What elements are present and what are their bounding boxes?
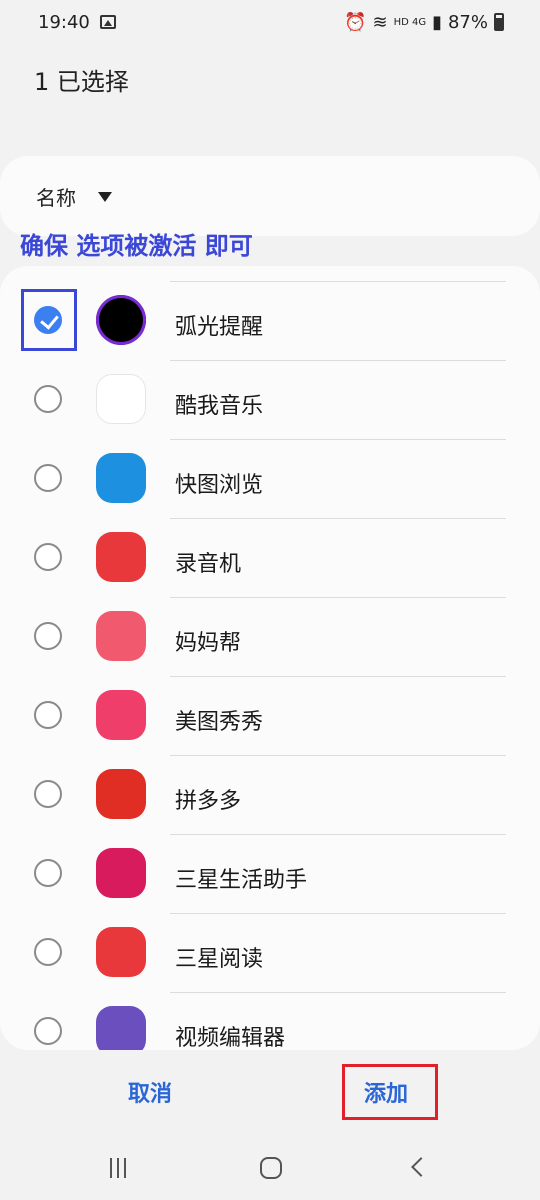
select-checkbox[interactable] [34, 859, 62, 887]
back-icon[interactable] [411, 1157, 431, 1177]
highlight-box-add [342, 1064, 438, 1120]
video-editor-icon [96, 1006, 146, 1050]
list-item[interactable]: 录音机 [0, 518, 540, 597]
row-divider [170, 992, 506, 993]
list-item[interactable]: 视频编辑器 [0, 992, 540, 1050]
kuwo-music-icon [96, 374, 146, 424]
select-checkbox[interactable] [34, 938, 62, 966]
row-divider [170, 439, 506, 440]
sort-dropdown[interactable]: 名称 [36, 182, 112, 211]
gallery-icon [99, 15, 116, 29]
network-label: HD 4G [393, 16, 427, 28]
wifi-icon: ≋ [372, 11, 388, 33]
sort-bar[interactable]: 名称 [0, 156, 540, 236]
recorder-icon [96, 532, 146, 582]
select-checkbox[interactable] [34, 1017, 62, 1045]
page-title: 1 已选择 [34, 68, 129, 96]
app-name: 酷我音乐 [175, 394, 264, 419]
arc-reminder-icon [96, 295, 146, 345]
app-name: 视频编辑器 [175, 1026, 286, 1050]
app-list: 弧光提醒酷我音乐快图浏览录音机妈妈帮美图秀秀拼多多三星生活助手 三星阅读视频编辑器 [0, 266, 540, 1050]
row-divider [170, 755, 506, 756]
list-item[interactable]: 美图秀秀 [0, 676, 540, 755]
recent-apps-icon[interactable] [110, 1158, 132, 1178]
alarm-icon: ⏰ [344, 11, 367, 33]
select-checkbox[interactable] [34, 543, 62, 571]
row-divider [170, 360, 506, 361]
app-name: 拼多多 [175, 789, 242, 814]
select-checkbox[interactable] [34, 464, 62, 492]
row-divider [170, 834, 506, 835]
select-checkbox[interactable] [34, 385, 62, 413]
select-checkbox[interactable] [34, 780, 62, 808]
list-item[interactable]: 酷我音乐 [0, 360, 540, 439]
list-item[interactable]: 三星阅读 [0, 913, 540, 992]
caret-down-icon [98, 191, 112, 202]
battery-percent: 87% [447, 11, 488, 33]
navigation-bar [0, 1140, 540, 1200]
highlight-box-checkbox [21, 289, 77, 351]
status-time: 19:40 [38, 11, 90, 33]
app-name: 三星阅读 [175, 947, 264, 972]
instruction-annotation: 确保 选项被激活 即可 [20, 232, 253, 260]
bottom-actions: 取消 添加 [0, 1060, 540, 1124]
home-icon[interactable] [260, 1157, 282, 1179]
signal-icon: ▮ [432, 11, 442, 33]
sort-label: 名称 [36, 186, 76, 210]
mamabang-icon [96, 611, 146, 661]
row-divider [170, 913, 506, 914]
status-bar: 19:40 ⏰ ≋ HD 4G ▮ 87% [0, 0, 540, 44]
app-name: 弧光提醒 [175, 315, 264, 340]
meitu-icon [96, 690, 146, 740]
samsung-reading-icon [96, 927, 146, 977]
select-checkbox[interactable] [34, 701, 62, 729]
battery-icon [494, 13, 504, 31]
list-item[interactable]: 三星生活助手 [0, 834, 540, 913]
list-item[interactable]: 妈妈帮 [0, 597, 540, 676]
app-name: 录音机 [175, 552, 242, 577]
list-item[interactable]: 弧光提醒 [0, 281, 540, 360]
samsung-life-assistant-icon [96, 848, 146, 898]
select-checkbox[interactable] [34, 622, 62, 650]
pinduoduo-icon [96, 769, 146, 819]
quickpic-icon [96, 453, 146, 503]
row-divider [170, 676, 506, 677]
row-divider [170, 518, 506, 519]
cancel-button[interactable]: 取消 [128, 1076, 172, 1108]
app-name: 美图秀秀 [175, 710, 264, 735]
row-divider [170, 597, 506, 598]
app-name: 快图浏览 [175, 473, 264, 498]
list-item[interactable]: 拼多多 [0, 755, 540, 834]
app-name: 妈妈帮 [175, 631, 242, 656]
list-item[interactable]: 快图浏览 [0, 439, 540, 518]
row-divider [170, 281, 506, 282]
app-name: 三星生活助手 [175, 868, 308, 893]
